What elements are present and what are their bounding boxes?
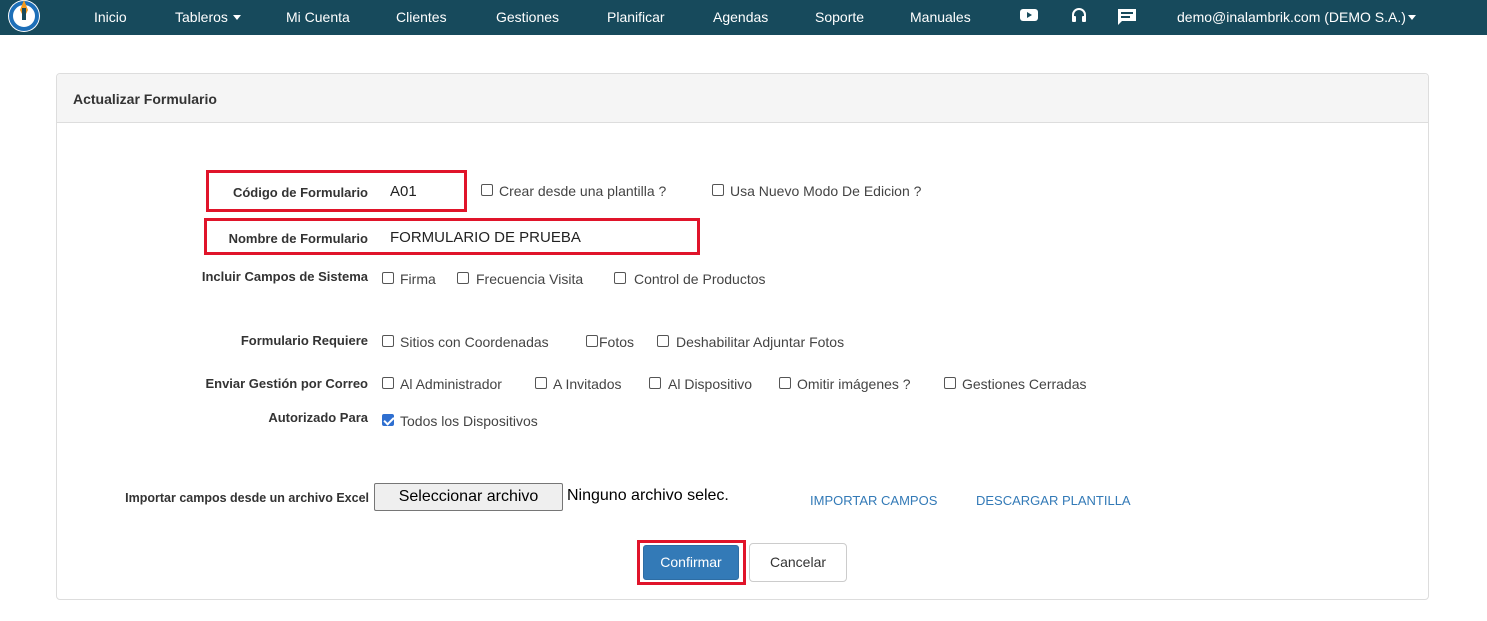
caret-down-icon	[232, 15, 241, 20]
deshabilitar-fotos-checkbox[interactable]	[657, 335, 669, 347]
omitir-imagenes-label: Omitir imágenes ?	[797, 376, 911, 392]
invitados-checkbox[interactable]	[535, 377, 547, 389]
nav-gestiones[interactable]: Gestiones	[496, 9, 559, 25]
cancel-button[interactable]: Cancelar	[749, 543, 847, 582]
control-productos-label: Control de Productos	[634, 271, 766, 287]
omitir-imagenes-checkbox[interactable]	[779, 377, 791, 389]
importar-campos-link[interactable]: IMPORTAR CAMPOS	[810, 493, 937, 508]
todos-dispositivos-label: Todos los Dispositivos	[400, 413, 538, 429]
nav-inicio[interactable]: Inicio	[94, 9, 127, 25]
select-file-button[interactable]: Seleccionar archivo	[374, 483, 563, 511]
frecuencia-checkbox[interactable]	[457, 272, 469, 284]
panel-title: Actualizar Formulario	[73, 91, 217, 107]
coordenadas-label: Sitios con Coordenadas	[400, 334, 549, 350]
dispositivo-checkbox[interactable]	[649, 377, 661, 389]
file-name-text: Ninguno archivo selec.	[567, 487, 729, 504]
gestiones-cerradas-label: Gestiones Cerradas	[962, 376, 1087, 392]
gestiones-cerradas-checkbox[interactable]	[944, 377, 956, 389]
user-menu[interactable]: demo@inalambrik.com (DEMO S.A.)	[1177, 9, 1416, 25]
highlight-nombre	[204, 218, 700, 255]
frecuencia-label: Frecuencia Visita	[476, 271, 584, 287]
headset-icon[interactable]	[1070, 7, 1088, 25]
fotos-checkbox[interactable]	[586, 335, 598, 347]
top-navbar: Inicio Tableros Mi Cuenta Clientes Gesti…	[0, 0, 1487, 35]
nuevo-modo-label: Usa Nuevo Modo De Edicion ?	[730, 183, 922, 199]
chat-icon[interactable]	[1116, 7, 1138, 27]
nav-clientes[interactable]: Clientes	[396, 9, 447, 25]
administrador-label: Al Administrador	[400, 376, 502, 392]
nav-manuales[interactable]: Manuales	[910, 9, 971, 25]
control-productos-checkbox[interactable]	[614, 272, 626, 284]
descargar-plantilla-link[interactable]: DESCARGAR PLANTILLA	[976, 493, 1131, 508]
firma-checkbox[interactable]	[382, 272, 394, 284]
crear-plantilla-label: Crear desde una plantilla ?	[499, 183, 667, 199]
campos-label: Incluir Campos de Sistema	[201, 269, 368, 284]
nav-mi-cuenta[interactable]: Mi Cuenta	[286, 9, 350, 25]
invitados-label: A Invitados	[553, 376, 622, 392]
deshabilitar-fotos-label: Deshabilitar Adjuntar Fotos	[676, 334, 845, 350]
crear-plantilla-checkbox[interactable]	[481, 184, 493, 196]
app-logo-icon[interactable]	[5, 0, 43, 34]
highlight-confirm	[637, 540, 746, 585]
coordenadas-checkbox[interactable]	[382, 335, 394, 347]
administrador-checkbox[interactable]	[382, 377, 394, 389]
autorizado-label: Autorizado Para	[268, 410, 368, 425]
correo-label: Enviar Gestión por Correo	[205, 376, 368, 391]
fotos-label: Fotos	[599, 334, 635, 350]
nav-tableros-label: Tableros	[175, 9, 228, 25]
nav-soporte[interactable]: Soporte	[815, 9, 864, 25]
requiere-label: Formulario Requiere	[240, 333, 368, 348]
panel-heading: Actualizar Formulario	[57, 74, 1428, 123]
firma-label: Firma	[400, 271, 436, 287]
user-email: demo@inalambrik.com (DEMO S.A.)	[1177, 9, 1406, 25]
nav-agendas[interactable]: Agendas	[713, 9, 768, 25]
nuevo-modo-checkbox[interactable]	[712, 184, 724, 196]
importar-label: Importar campos desde un archivo Excel	[125, 491, 369, 505]
dispositivo-label: Al Dispositivo	[668, 376, 753, 392]
nav-tableros[interactable]: Tableros	[175, 9, 241, 25]
nav-planificar[interactable]: Planificar	[607, 9, 665, 25]
highlight-codigo	[206, 170, 467, 212]
youtube-icon[interactable]	[1019, 7, 1039, 23]
todos-dispositivos-checkbox[interactable]	[382, 414, 394, 426]
caret-down-icon	[1407, 15, 1416, 20]
